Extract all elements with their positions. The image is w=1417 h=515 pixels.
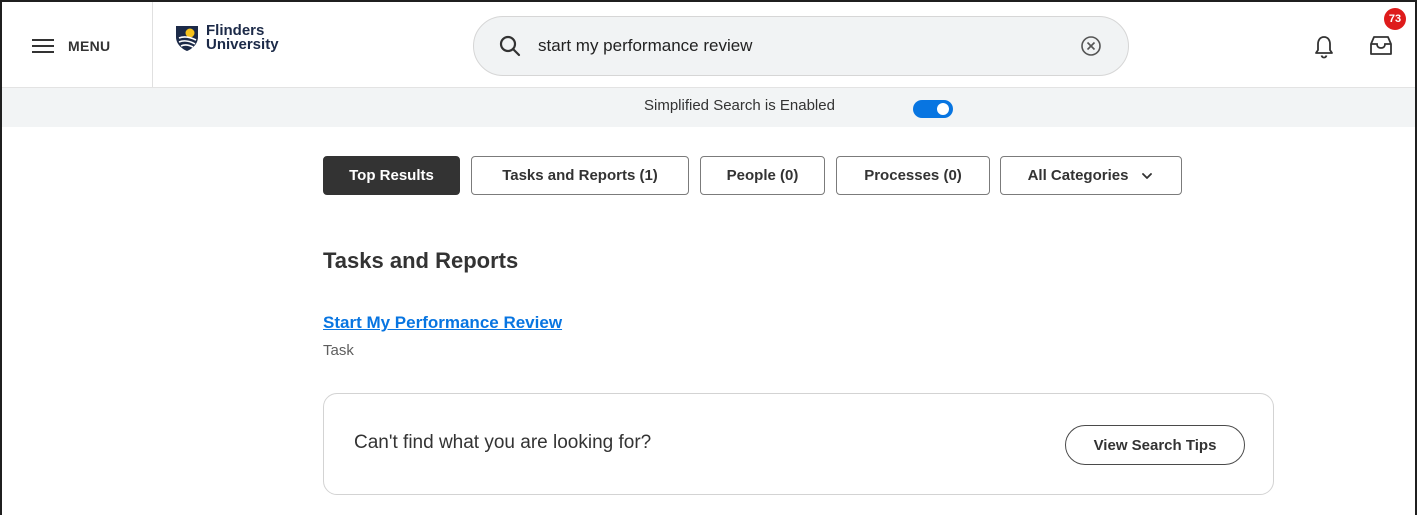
simplified-search-label: Simplified Search is Enabled [644,97,835,114]
result-link[interactable]: Start My Performance Review [323,313,562,333]
university-crest-icon [176,26,198,51]
hamburger-icon [32,38,56,54]
header-divider [152,2,153,87]
simplified-search-toggle[interactable] [913,100,953,118]
filter-all-categories[interactable]: All Categories [1000,156,1182,195]
bell-icon[interactable] [1313,34,1335,60]
search-input[interactable]: start my performance review [538,36,1080,56]
filter-people[interactable]: People (0) [700,156,825,195]
inbox-icon[interactable] [1368,32,1394,58]
filter-tasks-reports[interactable]: Tasks and Reports (1) [471,156,689,195]
menu-label: MENU [68,38,111,54]
university-logo[interactable]: Flinders University [174,23,279,53]
filter-processes[interactable]: Processes (0) [836,156,990,195]
search-tips-card: Can't find what you are looking for? Vie… [323,393,1274,495]
top-header: MENU Flinders University start my perfor… [2,2,1415,88]
menu-button[interactable]: MENU [20,24,140,68]
all-categories-label: All Categories [1027,167,1129,184]
app-window: MENU Flinders University start my perfor… [0,0,1417,515]
result-type: Task [323,342,354,359]
search-tips-prompt: Can't find what you are looking for? [354,432,652,453]
search-field[interactable]: start my performance review [473,16,1129,76]
chevron-down-icon [1142,172,1153,179]
view-search-tips-button[interactable]: View Search Tips [1065,425,1245,465]
section-title: Tasks and Reports [323,248,519,273]
logo-text: Flinders University [206,23,279,53]
search-icon [499,35,521,57]
logo-line-2: University [206,36,279,53]
simplified-search-bar: Simplified Search is Enabled [2,88,1415,127]
filter-top-results[interactable]: Top Results [323,156,460,195]
inbox-count-badge: 73 [1384,8,1406,30]
toggle-knob [937,103,949,115]
clear-search-icon[interactable] [1080,35,1102,57]
